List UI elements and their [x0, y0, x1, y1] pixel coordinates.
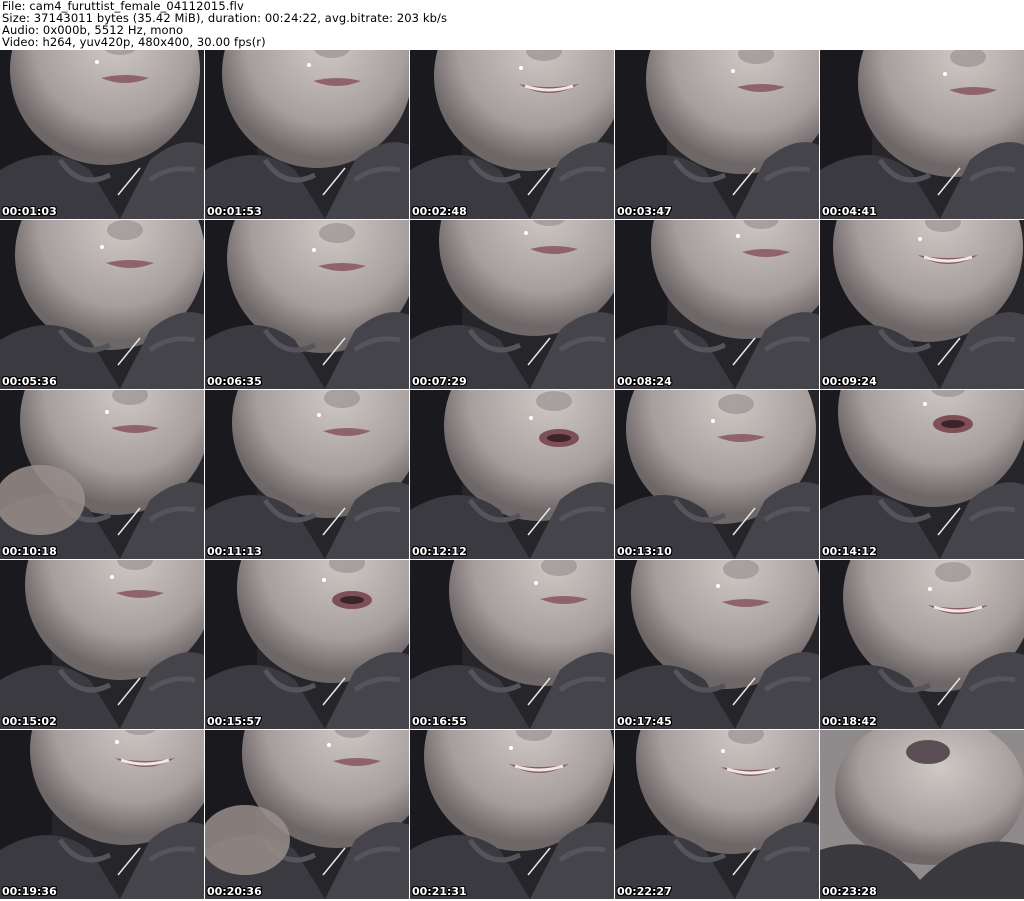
- thumbnail-frame-image: [410, 50, 614, 219]
- thumbnail-timestamp: 00:17:45: [617, 715, 672, 728]
- thumbnail-timestamp: 00:15:02: [2, 715, 57, 728]
- thumbnail-frame-image: [205, 390, 409, 559]
- video-thumbnail: 00:02:48: [410, 50, 614, 219]
- video-thumbnail: 00:01:03: [0, 50, 204, 219]
- thumbnail-frame-image: [615, 730, 819, 899]
- thumbnail-frame-image: [0, 560, 204, 729]
- video-thumbnail: 00:03:47: [615, 50, 819, 219]
- thumbnail-timestamp: 00:23:28: [822, 885, 877, 898]
- thumbnail-frame-image: [820, 50, 1024, 219]
- thumbnail-timestamp: 00:03:47: [617, 205, 672, 218]
- thumbnail-frame-image: [820, 560, 1024, 729]
- thumbnail-frame-image: [615, 50, 819, 219]
- thumbnail-frame-image: [205, 50, 409, 219]
- thumbnail-frame-image: [205, 560, 409, 729]
- thumbnail-timestamp: 00:01:03: [2, 205, 57, 218]
- thumbnail-frame-image: [410, 390, 614, 559]
- thumbnail-timestamp: 00:13:10: [617, 545, 672, 558]
- thumbnail-frame-image: [205, 730, 409, 899]
- thumbnail-frame-image: [410, 730, 614, 899]
- thumbnail-frame-image: [615, 390, 819, 559]
- video-info-line: Video: h264, yuv420p, 480x400, 30.00 fps…: [2, 35, 266, 49]
- thumbnail-timestamp: 00:15:57: [207, 715, 262, 728]
- video-thumbnail: 00:12:12: [410, 390, 614, 559]
- video-thumbnail: 00:09:24: [820, 220, 1024, 389]
- video-thumbnail: 00:22:27: [615, 730, 819, 899]
- video-thumbnail: 00:15:57: [205, 560, 409, 729]
- video-thumbnail: 00:11:13: [205, 390, 409, 559]
- thumbnail-timestamp: 00:04:41: [822, 205, 877, 218]
- video-thumbnail: 00:05:36: [0, 220, 204, 389]
- video-thumbnail: 00:07:29: [410, 220, 614, 389]
- thumbnail-timestamp: 00:14:12: [822, 545, 877, 558]
- thumbnail-frame-image: [410, 560, 614, 729]
- thumbnail-timestamp: 00:01:53: [207, 205, 262, 218]
- thumbnail-timestamp: 00:06:35: [207, 375, 262, 388]
- video-thumbnail: 00:18:42: [820, 560, 1024, 729]
- thumbnail-timestamp: 00:10:18: [2, 545, 57, 558]
- thumbnail-frame-image: [615, 560, 819, 729]
- thumbnail-timestamp: 00:21:31: [412, 885, 467, 898]
- video-thumbnail: 00:04:41: [820, 50, 1024, 219]
- thumbnail-frame-image: [0, 730, 204, 899]
- thumbnail-frame-image: [615, 220, 819, 389]
- thumbnail-timestamp: 00:11:13: [207, 545, 262, 558]
- thumbnail-timestamp: 00:02:48: [412, 205, 467, 218]
- video-thumbnail: 00:16:55: [410, 560, 614, 729]
- video-thumbnail: 00:17:45: [615, 560, 819, 729]
- thumbnail-timestamp: 00:05:36: [2, 375, 57, 388]
- video-thumbnail: 00:15:02: [0, 560, 204, 729]
- thumbnail-grid: 00:01:03 00:01:53 00:02:48 00:03:47 00:04:41…: [0, 50, 1024, 901]
- thumbnail-timestamp: 00:16:55: [412, 715, 467, 728]
- thumbnail-timestamp: 00:07:29: [412, 375, 467, 388]
- video-thumbnail: 00:13:10: [615, 390, 819, 559]
- thumbnail-frame-image: [820, 390, 1024, 559]
- thumbnail-frame-image: [820, 220, 1024, 389]
- video-thumbnail: 00:23:28: [820, 730, 1024, 899]
- thumbnail-timestamp: 00:09:24: [822, 375, 877, 388]
- video-info-header: File: cam4_furuttist_female_04112015.flv…: [2, 0, 1022, 48]
- video-thumbnail: 00:08:24: [615, 220, 819, 389]
- thumbnail-frame-image: [0, 220, 204, 389]
- video-thumbnail: 00:01:53: [205, 50, 409, 219]
- thumbnail-frame-image: [0, 390, 204, 559]
- thumbnail-timestamp: 00:08:24: [617, 375, 672, 388]
- thumbnail-timestamp: 00:19:36: [2, 885, 57, 898]
- thumbnail-timestamp: 00:20:36: [207, 885, 262, 898]
- thumbnail-frame-image: [0, 50, 204, 219]
- video-thumbnail: 00:19:36: [0, 730, 204, 899]
- thumbnail-frame-image: [205, 220, 409, 389]
- thumbnail-frame-image: [820, 730, 1024, 899]
- video-thumbnail: 00:21:31: [410, 730, 614, 899]
- thumbnail-timestamp: 00:12:12: [412, 545, 467, 558]
- video-thumbnail: 00:10:18: [0, 390, 204, 559]
- thumbnail-timestamp: 00:18:42: [822, 715, 877, 728]
- thumbnail-frame-image: [410, 220, 614, 389]
- video-thumbnail: 00:20:36: [205, 730, 409, 899]
- thumbnail-timestamp: 00:22:27: [617, 885, 672, 898]
- video-thumbnail: 00:06:35: [205, 220, 409, 389]
- video-thumbnail: 00:14:12: [820, 390, 1024, 559]
